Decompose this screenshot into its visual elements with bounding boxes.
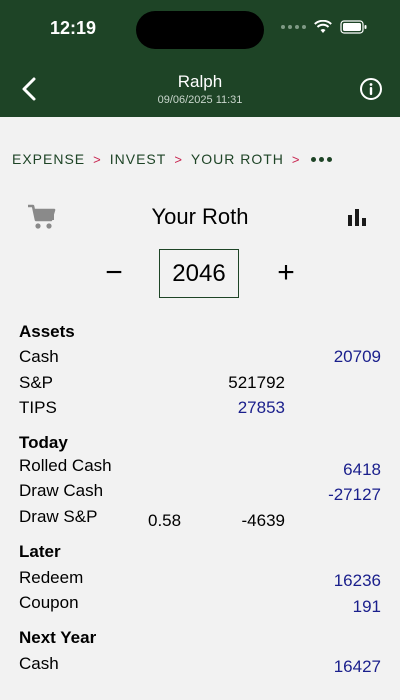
row-label-tips: TIPS	[19, 398, 57, 417]
section-heading-next-year: Next Year	[19, 628, 97, 647]
chevron-left-icon[interactable]	[16, 74, 46, 104]
breadcrumb-expense[interactable]: EXPENSE	[12, 151, 85, 167]
row-label-cash: Cash	[19, 347, 59, 366]
value-draw-sp-rate: 0.58	[148, 511, 182, 530]
user-name: Ralph	[177, 72, 223, 91]
section-heading-later: Later	[19, 542, 61, 561]
battery-icon	[340, 20, 367, 34]
increment-year-button[interactable]: +	[272, 256, 300, 290]
app-header: 12:19 Ralph 09/06/2025 11:31	[0, 0, 400, 117]
section-heading-today: Today	[19, 433, 68, 452]
row-label-next-year-cash: Cash	[19, 654, 59, 673]
value-next-year-cash[interactable]: 16427	[334, 657, 381, 677]
row-label-rolled-cash: Rolled Cash	[19, 456, 112, 475]
value-assets-cash[interactable]: 20709	[334, 347, 381, 367]
wifi-icon	[314, 20, 332, 33]
cart-icon[interactable]	[27, 203, 57, 231]
value-coupon[interactable]: 191	[353, 597, 381, 617]
breadcrumb-your-roth[interactable]: YOUR ROTH	[191, 151, 284, 167]
value-redeem[interactable]: 16236	[334, 571, 381, 591]
info-icon[interactable]	[358, 76, 384, 102]
value-assets-sp: 521792	[228, 373, 285, 392]
row-label-sp: S&P	[19, 373, 54, 392]
page-title: Your Roth	[151, 204, 249, 229]
breadcrumb-separator: >	[93, 151, 102, 167]
decrement-year-button[interactable]: −	[100, 256, 128, 290]
value-draw-cash[interactable]: -27127	[328, 485, 381, 505]
status-icons	[281, 20, 368, 34]
row-label-draw-cash: Draw Cash	[19, 481, 104, 500]
value-draw-sp: -4639	[241, 511, 285, 530]
value-rolled-cash[interactable]: 6418	[343, 460, 381, 480]
row-label-redeem: Redeem	[19, 568, 84, 587]
dynamic-island	[136, 11, 264, 49]
section-heading-assets: Assets	[19, 322, 75, 341]
status-time: 12:19	[50, 18, 97, 38]
row-label-coupon: Coupon	[19, 593, 79, 612]
year-field[interactable]: 2046	[159, 249, 239, 298]
signal-icon	[281, 25, 306, 29]
value-assets-tips[interactable]: 27853	[238, 398, 285, 418]
header-title-block: Ralph 09/06/2025 11:31	[100, 72, 300, 106]
breadcrumb-separator: >	[291, 151, 301, 167]
header-timestamp: 09/06/2025 11:31	[157, 94, 243, 106]
breadcrumb-separator: >	[174, 151, 183, 167]
more-dots-icon[interactable]	[310, 156, 332, 162]
row-label-draw-sp: Draw S&P	[19, 507, 98, 526]
breadcrumb-invest[interactable]: INVEST	[110, 151, 167, 167]
bar-chart-icon[interactable]	[346, 206, 368, 228]
breadcrumb: EXPENSE > INVEST > YOUR ROTH >	[12, 151, 332, 167]
